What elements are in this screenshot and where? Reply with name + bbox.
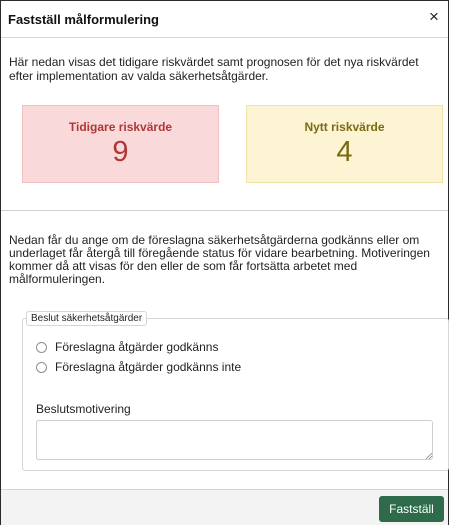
- decision-legend: Beslut säkerhetsåtgärder: [26, 311, 148, 326]
- new-risk-card: Nytt riskvärde 4: [246, 105, 443, 183]
- motivation-label: Beslutsmotivering: [36, 402, 131, 416]
- new-risk-label: Nytt riskvärde: [304, 120, 385, 134]
- decision-description: Nedan får du ange om de föreslagna säker…: [9, 233, 430, 286]
- new-risk-value: 4: [336, 136, 353, 168]
- option-approve[interactable]: Föreslagna åtgärder godkänns: [36, 339, 218, 355]
- dialog: Fastställ målformulering × Här nedan vis…: [0, 0, 449, 525]
- option-approve-label[interactable]: Föreslagna åtgärder godkänns: [55, 340, 218, 354]
- submit-button[interactable]: Fastställ: [379, 496, 444, 522]
- option-reject[interactable]: Föreslagna åtgärder godkänns inte: [36, 359, 241, 375]
- option-reject-label[interactable]: Föreslagna åtgärder godkänns inte: [55, 360, 241, 374]
- intro-text: Här nedan visas det tidigare riskvärdet …: [9, 55, 419, 83]
- close-icon[interactable]: ×: [426, 8, 442, 26]
- radio-reject[interactable]: [36, 361, 47, 373]
- resize-grip-icon[interactable]: [426, 453, 432, 459]
- dialog-title: Fastställ målformulering: [8, 12, 159, 27]
- section-divider: [1, 210, 448, 211]
- motivation-textarea[interactable]: [36, 420, 433, 460]
- previous-risk-value: 9: [112, 136, 129, 168]
- previous-risk-label: Tidigare riskvärde: [68, 120, 173, 134]
- radio-approve[interactable]: [36, 341, 47, 353]
- dialog-header: Fastställ målformulering ×: [1, 1, 448, 38]
- previous-risk-card: Tidigare riskvärde 9: [22, 105, 219, 183]
